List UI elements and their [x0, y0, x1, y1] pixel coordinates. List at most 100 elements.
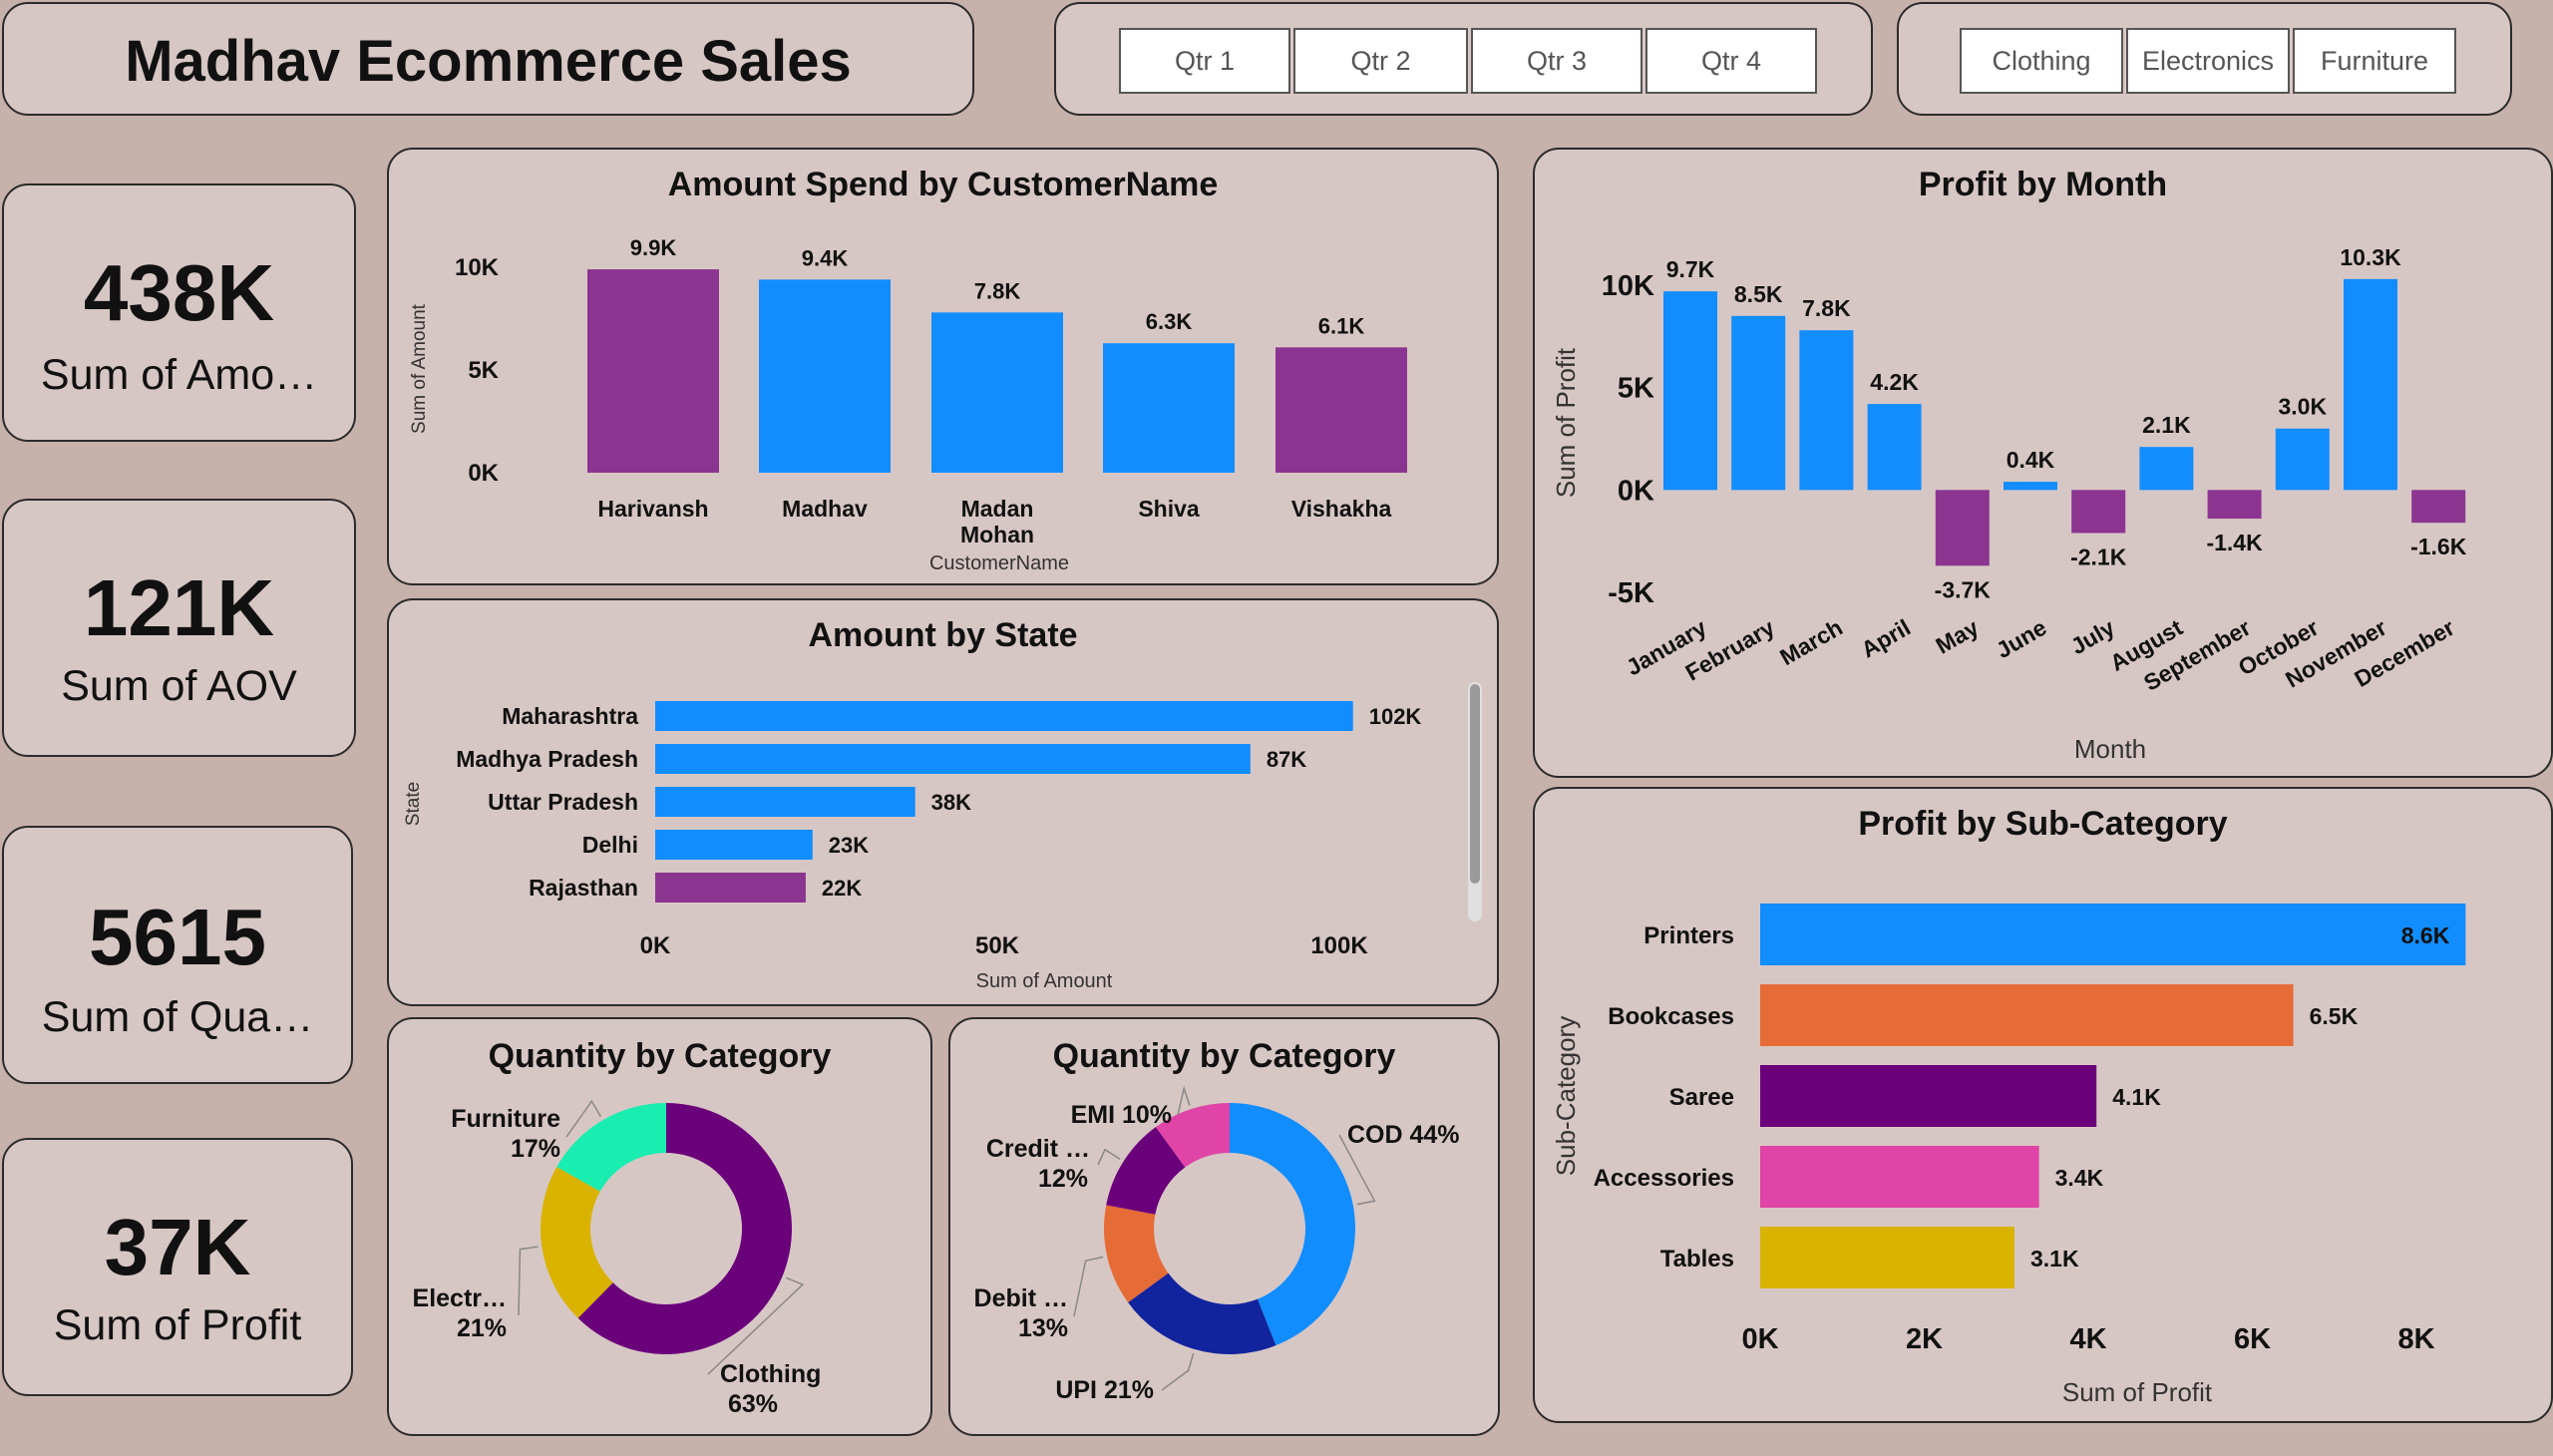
leader-line	[518, 1246, 539, 1316]
slice-label: UPI 21%	[1055, 1376, 1154, 1404]
data-label: 9.4K	[802, 245, 849, 270]
data-label: 9.9K	[630, 235, 677, 260]
quantity-category-donut-plot: Clothing63% Electr…21% Furniture17%	[413, 1099, 821, 1418]
data-label: 3.1K	[2030, 1246, 2079, 1272]
bar-vishakha	[1276, 347, 1407, 473]
x-tick-label: Vishakha	[1291, 496, 1392, 522]
data-label: 7.8K	[974, 278, 1021, 303]
bar-accessories	[1760, 1146, 2039, 1208]
data-label: -1.6K	[2410, 534, 2467, 559]
data-label: 87K	[1267, 747, 1306, 772]
slicer-button-qtr-2[interactable]: Qtr 2	[1293, 28, 1468, 94]
kpi-label: Sum of Profit	[53, 1301, 302, 1349]
slicer-button-qtr-1[interactable]: Qtr 1	[1119, 28, 1290, 94]
customer-spend-plot: 0K 5K 10K Sum of Amount 9.9K Harivansh 9.4K Mad…	[409, 235, 1407, 574]
x-axis-label: Month	[2074, 734, 2146, 764]
bar-shiva	[1103, 343, 1235, 473]
leader-line	[1161, 1352, 1195, 1391]
data-label: 8.5K	[1734, 281, 1783, 307]
slice-label: Credit …	[986, 1135, 1090, 1163]
y-axis-label: Sum of Profit	[1551, 347, 1581, 498]
bar-august	[2139, 447, 2194, 491]
y-tick-label: Madhya Pradesh	[456, 746, 638, 772]
data-label: 6.5K	[2310, 1003, 2359, 1029]
slicer-button-qtr-4[interactable]: Qtr 4	[1645, 28, 1817, 94]
y-tick-label: Rajasthan	[529, 875, 638, 901]
y-tick-label: Tables	[1660, 1246, 1734, 1273]
bar-madhav	[759, 279, 891, 473]
data-label: 3.0K	[2279, 394, 2328, 420]
leader-line	[1097, 1148, 1121, 1166]
profit-month-plot: -5K0K5K10KSum of Profit9.7KJanuary8.5KFe…	[1551, 244, 2467, 764]
data-label: 22K	[822, 876, 862, 901]
bar-maharashtra	[655, 701, 1353, 731]
bar-april	[1867, 404, 1922, 491]
x-tick-label: 2K	[1906, 1323, 1943, 1355]
data-label: -1.4K	[2206, 530, 2263, 555]
quantity-payment-donut-plot: COD 44% UPI 21% Debit …13% Credit …12% EMI 1…	[974, 1085, 1460, 1404]
scrollbar-track[interactable]	[1468, 682, 1482, 921]
y-tick-label: Uttar Pradesh	[488, 789, 638, 815]
y-axis-label: State	[403, 782, 424, 826]
bar-tables	[1760, 1227, 2014, 1288]
data-label: 4.1K	[2112, 1084, 2161, 1110]
x-tick-label: Harivansh	[597, 496, 708, 522]
y-tick-label: Maharashtra	[502, 703, 638, 729]
data-label: 4.2K	[1870, 369, 1919, 395]
y-tick-label: Saree	[1669, 1084, 1734, 1111]
data-label: 9.7K	[1666, 256, 1715, 282]
x-tick-label: 0K	[640, 932, 671, 959]
data-label: 10.3K	[2340, 244, 2401, 270]
page-title: Madhav Ecommerce Sales	[125, 29, 852, 94]
y-axis-label: Sub-Category	[1551, 1016, 1581, 1176]
x-tick-label: 8K	[2397, 1323, 2434, 1355]
y-tick-label: 5K	[468, 357, 499, 384]
slice-label: EMI 10%	[1071, 1101, 1172, 1129]
slicer-button-electronics[interactable]: Electronics	[2126, 28, 2290, 94]
kpi-value: 121K	[83, 563, 275, 652]
y-tick-label: 0K	[468, 460, 499, 487]
x-tick-label: 4K	[2069, 1323, 2106, 1355]
x-axis-label: CustomerName	[929, 552, 1069, 574]
bar-harivansh	[587, 269, 719, 473]
bar-delhi	[655, 830, 813, 860]
slice-value-label: 17%	[511, 1135, 560, 1163]
kpi-card-amount: 438K Sum of Amo…	[2, 183, 356, 442]
bar-february	[1731, 315, 1786, 491]
x-axis-label: Sum of Profit	[2062, 1377, 2213, 1407]
slicer-button-clothing[interactable]: Clothing	[1960, 28, 2123, 94]
bar-madan-mohan	[931, 312, 1063, 473]
slice-label: COD 44%	[1347, 1121, 1460, 1149]
y-tick-label: Bookcases	[1608, 1003, 1734, 1030]
kpi-value: 37K	[104, 1203, 251, 1291]
data-label: -2.1K	[2070, 544, 2127, 569]
data-label: 6.3K	[1146, 309, 1193, 334]
bar-june	[2004, 482, 2057, 491]
kpi-label: Sum of Qua…	[41, 993, 314, 1041]
bar-rajasthan	[655, 873, 806, 903]
customer-spend-chart: Amount Spend by CustomerName 0K 5K 10K Sum …	[387, 148, 1499, 585]
data-label: 3.4K	[2055, 1165, 2104, 1191]
slicer-button-furniture[interactable]: Furniture	[2293, 28, 2456, 94]
y-tick-label: 10K	[1602, 270, 1654, 302]
scrollbar-thumb[interactable]	[1470, 684, 1480, 884]
x-tick-label: 100K	[1310, 932, 1368, 959]
x-tick-label: Madhav	[782, 496, 868, 522]
slice-label: Debit …	[974, 1284, 1068, 1312]
profit-subcategory-chart: Profit by Sub-Category Printers 8.6K Bookc…	[1533, 787, 2553, 1423]
slicer-button-qtr-3[interactable]: Qtr 3	[1471, 28, 1642, 94]
state-amount-chart: Amount by State Maharashtra 102K Madhya Pr…	[387, 598, 1499, 1006]
bar-september	[2207, 490, 2262, 520]
profit-month-chart: Profit by Month -5K 0K 5K 10K Sum of Profit 9…	[1533, 148, 2553, 778]
kpi-label: Sum of AOV	[61, 662, 297, 710]
slice-value-label: 21%	[457, 1314, 507, 1342]
y-tick-label: -5K	[1608, 577, 1654, 609]
kpi-card-quantity: 5615 Sum of Qua…	[2, 826, 353, 1084]
bar-madhya-pradesh	[655, 744, 1251, 774]
kpi-label: Sum of Amo…	[40, 351, 318, 399]
slice-label: Furniture	[451, 1105, 560, 1133]
leader-line	[1073, 1256, 1104, 1317]
bar-october	[2275, 428, 2330, 491]
kpi-card-profit: 37K Sum of Profit	[2, 1138, 353, 1396]
y-tick-label: 5K	[1618, 373, 1654, 405]
